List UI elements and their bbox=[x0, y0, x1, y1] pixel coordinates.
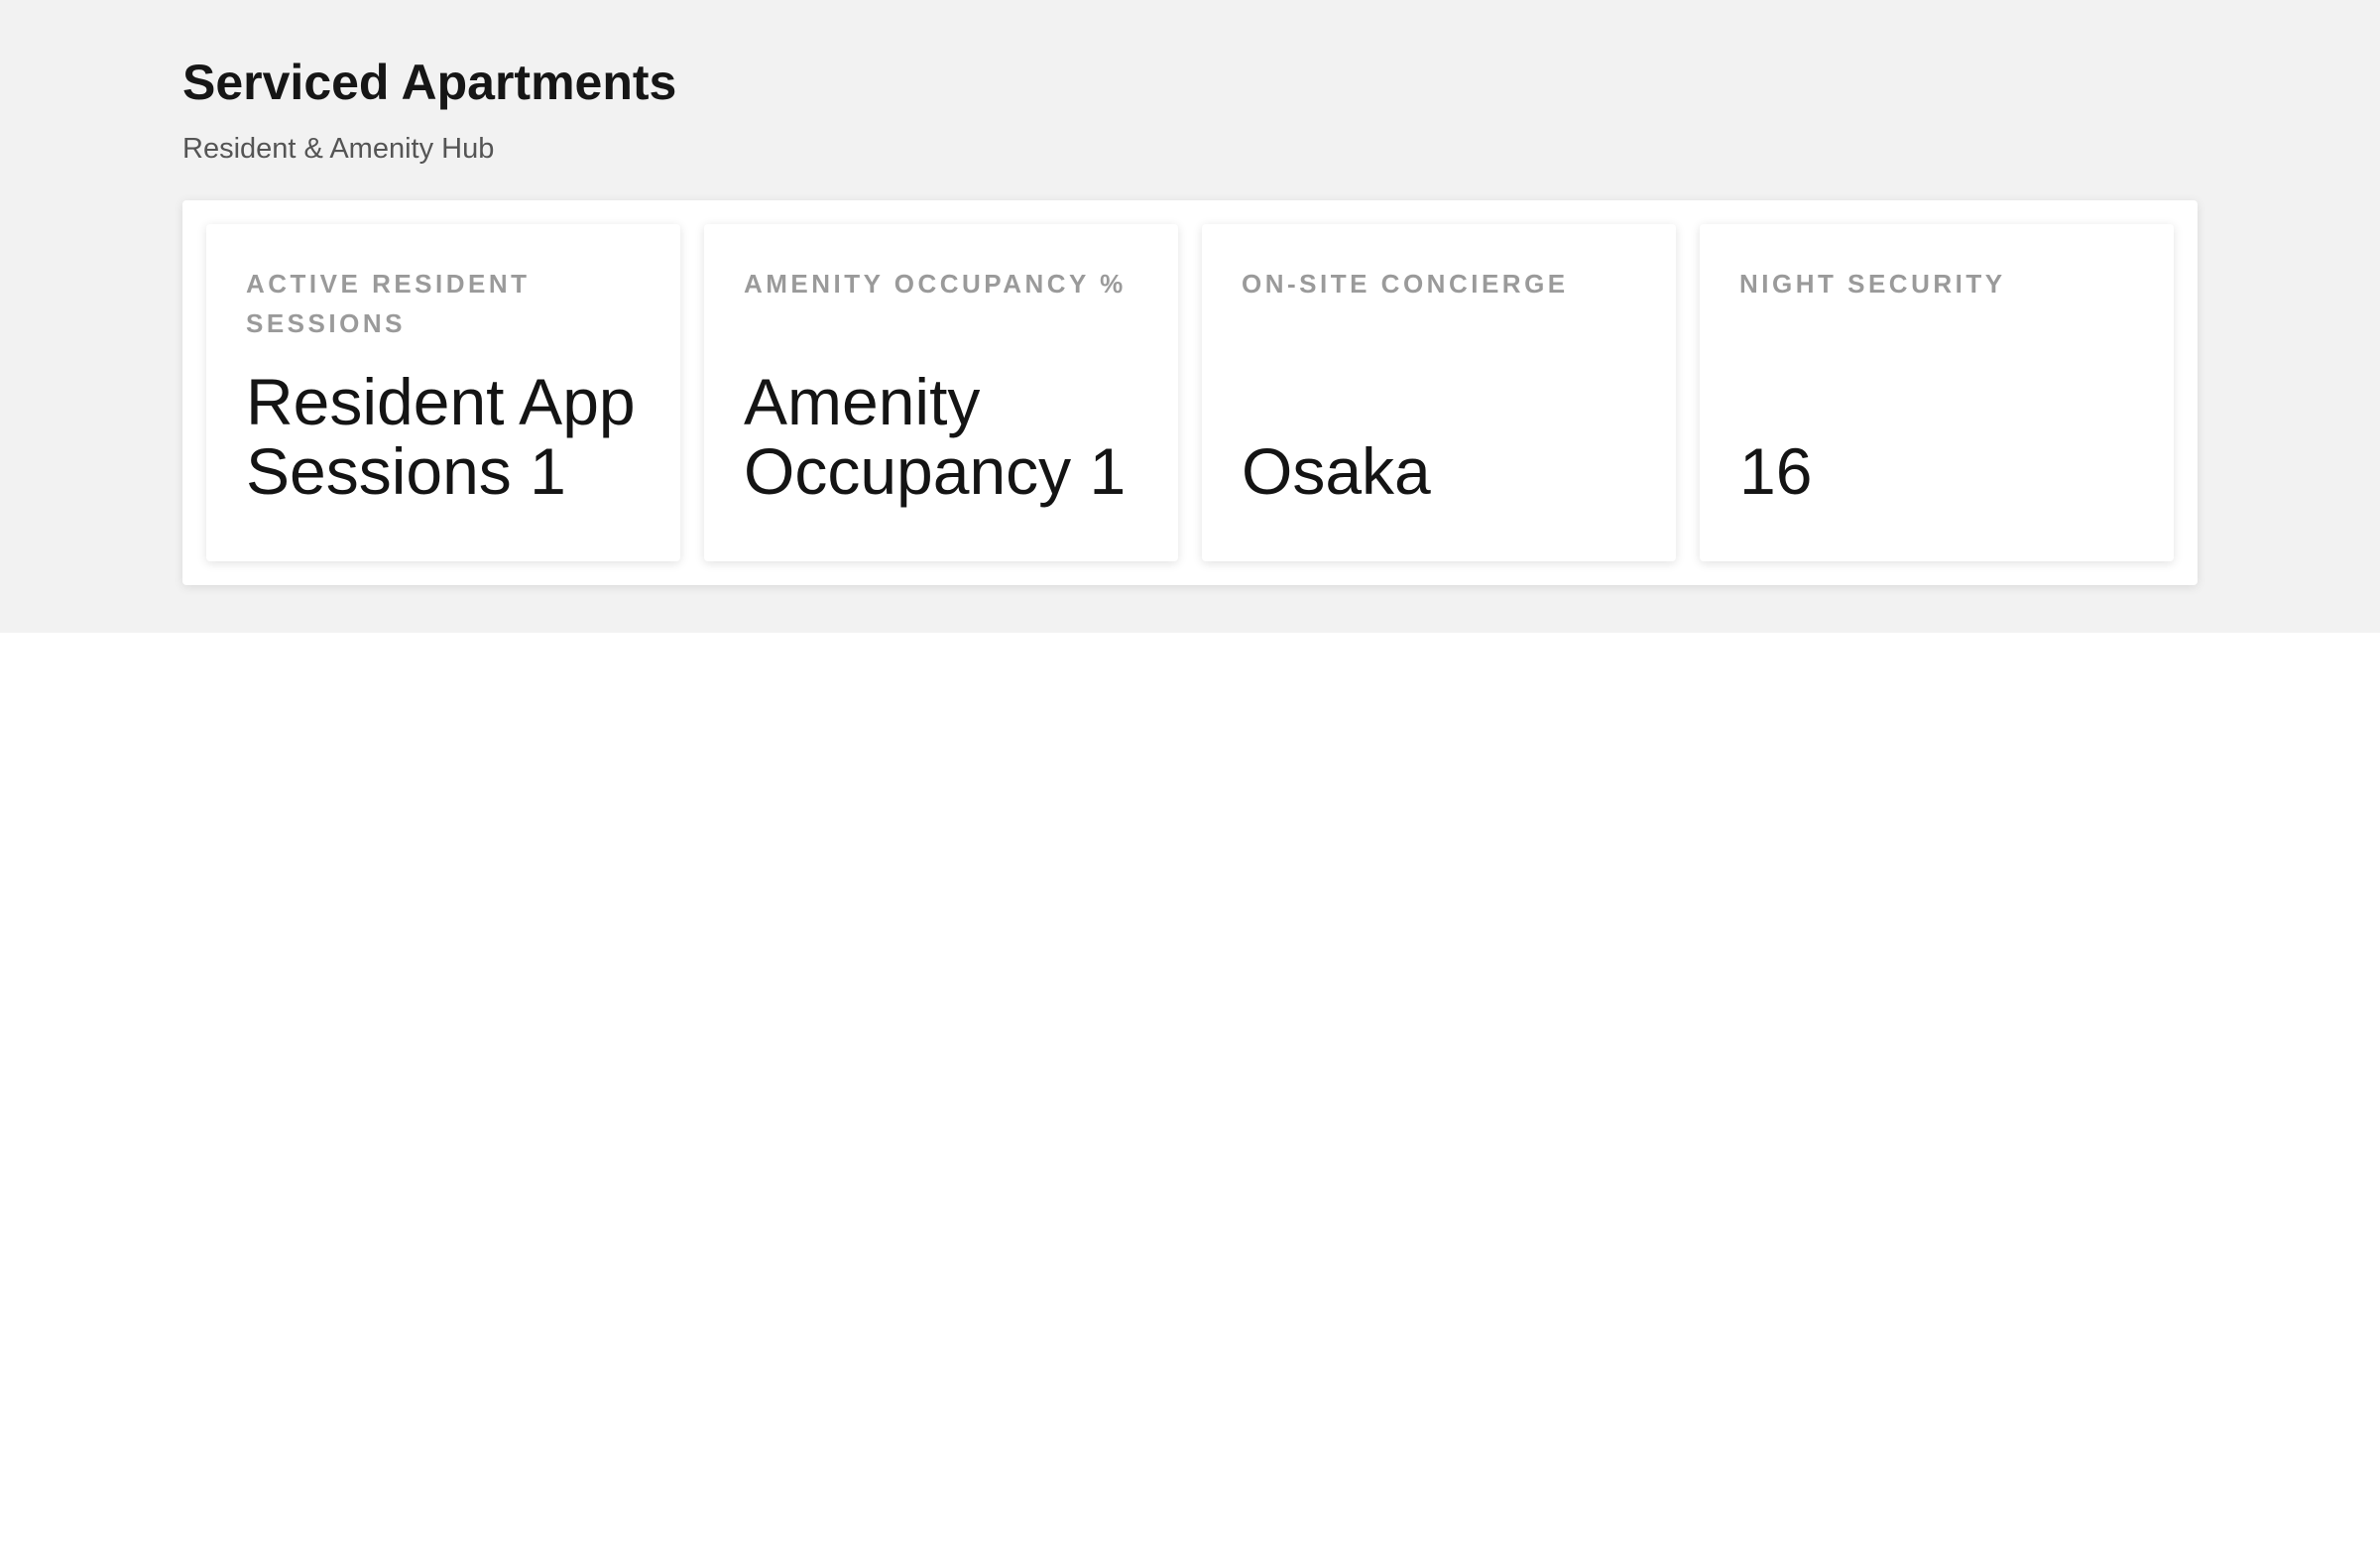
metric-card-active-resident-sessions: ACTIVE RESIDENT SESSIONS Resident App Se… bbox=[206, 224, 680, 561]
metric-cards: ACTIVE RESIDENT SESSIONS Resident App Se… bbox=[206, 224, 2174, 561]
metric-card-amenity-occupancy: AMENITY OCCUPANCY % Amenity Occupancy 1 bbox=[704, 224, 1178, 561]
metric-card-on-site-concierge: ON-SITE CONCIERGE Osaka bbox=[1202, 224, 1676, 561]
metric-card-value: Resident App Sessions 1 bbox=[246, 365, 636, 508]
metrics-panel: ACTIVE RESIDENT SESSIONS Resident App Se… bbox=[182, 200, 2198, 585]
metric-card-label: ACTIVE RESIDENT SESSIONS bbox=[246, 269, 531, 338]
metric-card-label: AMENITY OCCUPANCY % bbox=[744, 269, 1127, 299]
metric-card-value: Osaka bbox=[1242, 434, 1431, 508]
metric-card-label: ON-SITE CONCIERGE bbox=[1242, 269, 1569, 299]
metric-card-night-security: NIGHT SECURITY 16 bbox=[1700, 224, 2174, 561]
page-title: Serviced Apartments bbox=[182, 55, 677, 110]
metric-card-value: Amenity Occupancy 1 bbox=[744, 365, 1127, 508]
metric-card-value: 16 bbox=[1739, 434, 1813, 508]
metric-card-label: NIGHT SECURITY bbox=[1739, 269, 2006, 299]
page-subtitle: Resident & Amenity Hub bbox=[182, 133, 495, 165]
